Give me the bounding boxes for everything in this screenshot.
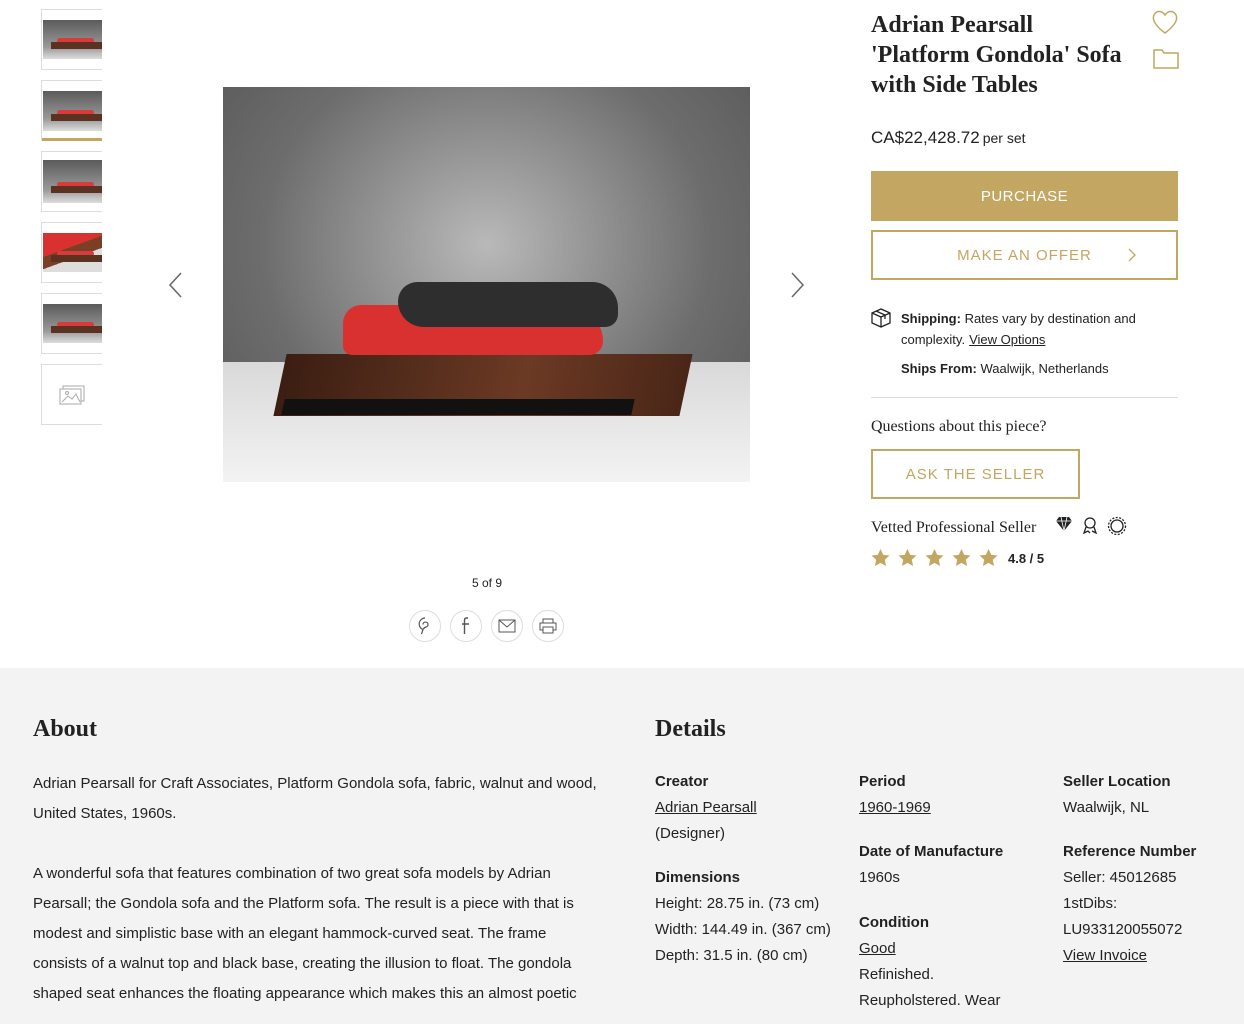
thumbnail-strip	[41, 9, 102, 435]
rating-stars: 4.8 / 5	[871, 549, 1044, 567]
details-column-2: Period 1960-1969 Date of Manufacture 196…	[859, 769, 1049, 1014]
heart-icon[interactable]	[1151, 9, 1179, 35]
star-icon	[952, 549, 971, 567]
diamond-icon[interactable]	[1055, 516, 1073, 532]
condition-link[interactable]: Good	[859, 940, 896, 957]
star-icon	[898, 549, 917, 567]
rating-value: 4.8 / 5	[1008, 550, 1045, 566]
seller-location-value: Waalwijk, NL	[1063, 799, 1150, 816]
shipping-info: Shipping: Rates vary by destination and …	[901, 308, 1161, 350]
details-column-1: Creator Adrian Pearsall (Designer) Dimen…	[655, 769, 845, 969]
active-indicator	[42, 138, 102, 141]
star-icon	[925, 549, 944, 567]
more-photos-button[interactable]	[41, 364, 102, 425]
divider	[871, 397, 1178, 398]
product-title: Adrian Pearsall 'Platform Gondola' Sofa …	[871, 12, 1122, 98]
share-buttons	[409, 610, 564, 642]
prev-image-icon[interactable]	[168, 272, 184, 298]
shipping-box-icon	[871, 308, 891, 328]
questions-heading: Questions about this piece?	[871, 418, 1047, 435]
seller-location-label: Seller Location	[1063, 773, 1171, 790]
next-image-icon[interactable]	[789, 272, 805, 298]
condition-text: Refinished. Reupholstered. Wear	[859, 966, 1001, 1009]
sofa-cushion	[398, 282, 618, 327]
chevron-right-icon	[1128, 248, 1136, 262]
price-unit: per set	[982, 130, 1026, 146]
creator-role: (Designer)	[655, 825, 726, 842]
ask-seller-button[interactable]: ASK THE SELLER	[871, 449, 1080, 499]
date-of-manufacture-label: Date of Manufacture	[859, 843, 1004, 860]
thumbnail[interactable]	[41, 9, 102, 70]
about-paragraph-2: A wonderful sofa that features combinati…	[33, 865, 577, 1002]
dimension-width: Width: 144.49 in. (367 cm)	[655, 921, 831, 938]
print-share-button[interactable]	[532, 610, 564, 642]
make-offer-label: MAKE AN OFFER	[957, 246, 1092, 264]
facebook-share-button[interactable]	[450, 610, 482, 642]
creator-label: Creator	[655, 773, 709, 790]
pinterest-share-button[interactable]	[409, 610, 441, 642]
pinterest-icon	[418, 617, 429, 635]
view-invoice-link[interactable]: View Invoice	[1063, 947, 1147, 964]
condition-label: Condition	[859, 914, 929, 931]
details-column-3: Seller Location Waalwijk, NL Reference N…	[1063, 769, 1244, 969]
seller-badges	[1055, 516, 1127, 536]
folder-icon[interactable]	[1153, 47, 1179, 69]
facebook-icon	[462, 617, 469, 634]
gallery-icon	[59, 385, 85, 404]
purchase-button[interactable]: PURCHASE	[871, 171, 1178, 221]
sofa-foot	[281, 399, 635, 415]
price: CA$22,428.72 per set	[871, 128, 1026, 148]
star-icon	[979, 549, 998, 567]
about-heading: About	[33, 716, 98, 742]
star-icon	[871, 549, 890, 567]
thumbnail[interactable]	[41, 151, 102, 212]
about-paragraph-1: Adrian Pearsall for Craft Associates, Pl…	[33, 775, 597, 822]
thumbnail-active[interactable]	[41, 80, 102, 141]
date-of-manufacture-value: 1960s	[859, 869, 900, 886]
ships-from-value: Waalwijk, Netherlands	[980, 361, 1109, 376]
shipping-label: Shipping:	[901, 311, 961, 326]
email-icon	[498, 619, 516, 633]
product-main-image[interactable]	[223, 87, 750, 482]
period-link[interactable]: 1960-1969	[859, 799, 931, 816]
ships-from: Ships From: Waalwijk, Netherlands	[901, 358, 1109, 379]
creator-link[interactable]: Adrian Pearsall	[655, 799, 757, 816]
period-label: Period	[859, 773, 906, 790]
email-share-button[interactable]	[491, 610, 523, 642]
view-options-link[interactable]: View Options	[969, 332, 1045, 347]
dimension-height: Height: 28.75 in. (73 cm)	[655, 895, 820, 912]
thumbnail[interactable]	[41, 293, 102, 354]
price-value: CA$22,428.72	[871, 128, 980, 147]
dimension-depth: Depth: 31.5 in. (80 cm)	[655, 947, 808, 964]
reference-1stdibs-value: LU933120055072	[1063, 921, 1183, 938]
vetted-seller-label: Vetted Professional Seller	[871, 519, 1037, 536]
print-icon	[539, 618, 557, 634]
reference-number-label: Reference Number	[1063, 843, 1197, 860]
details-heading: Details	[655, 716, 726, 742]
reference-seller: Seller: 45012685	[1063, 869, 1177, 886]
make-offer-button[interactable]: MAKE AN OFFER	[871, 230, 1178, 280]
thumbnail[interactable]	[41, 222, 102, 283]
dimensions-label: Dimensions	[655, 869, 741, 886]
award-ribbon-icon[interactable]	[1081, 516, 1099, 534]
image-counter: 5 of 9	[471, 576, 503, 590]
ships-from-label: Ships From:	[901, 361, 977, 376]
seal-badge-icon[interactable]	[1107, 516, 1127, 536]
reference-1stdibs-label: 1stDibs:	[1063, 895, 1118, 912]
